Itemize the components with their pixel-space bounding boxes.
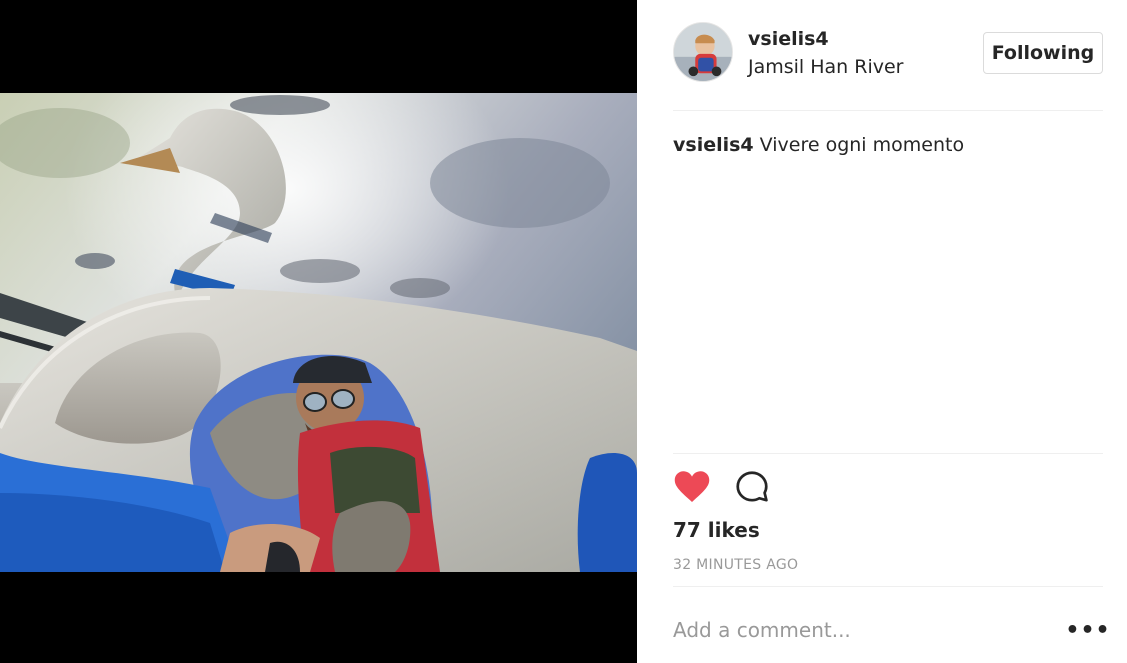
- caption: vsielis4 Vivere ogni momento: [673, 134, 1103, 156]
- comment-input[interactable]: [673, 612, 1053, 648]
- media-pane: [0, 0, 637, 663]
- avatar[interactable]: [673, 22, 733, 82]
- following-button[interactable]: Following: [983, 32, 1103, 74]
- heart-icon[interactable]: [673, 468, 711, 506]
- post-side-panel: vsielis4 Jamsil Han River Following vsie…: [637, 0, 1127, 663]
- actions-divider: [673, 453, 1103, 454]
- location-link[interactable]: Jamsil Han River: [748, 56, 904, 78]
- post-header: vsielis4 Jamsil Han River Following: [673, 22, 1103, 84]
- post-timestamp[interactable]: 32 MINUTES AGO: [673, 557, 798, 573]
- caption-text: Vivere ogni momento: [759, 134, 965, 156]
- likes-count[interactable]: 77 likes: [673, 518, 760, 542]
- comment-bubble-icon[interactable]: [733, 468, 771, 506]
- caption-author-link[interactable]: vsielis4: [673, 134, 754, 156]
- comment-divider: [673, 586, 1103, 587]
- header-divider: [673, 110, 1103, 111]
- action-bar: [673, 468, 873, 508]
- ellipsis-icon[interactable]: •••: [1065, 616, 1109, 646]
- username-link[interactable]: vsielis4: [748, 28, 829, 50]
- post-photo[interactable]: [0, 93, 637, 572]
- avatar-image: [674, 23, 732, 81]
